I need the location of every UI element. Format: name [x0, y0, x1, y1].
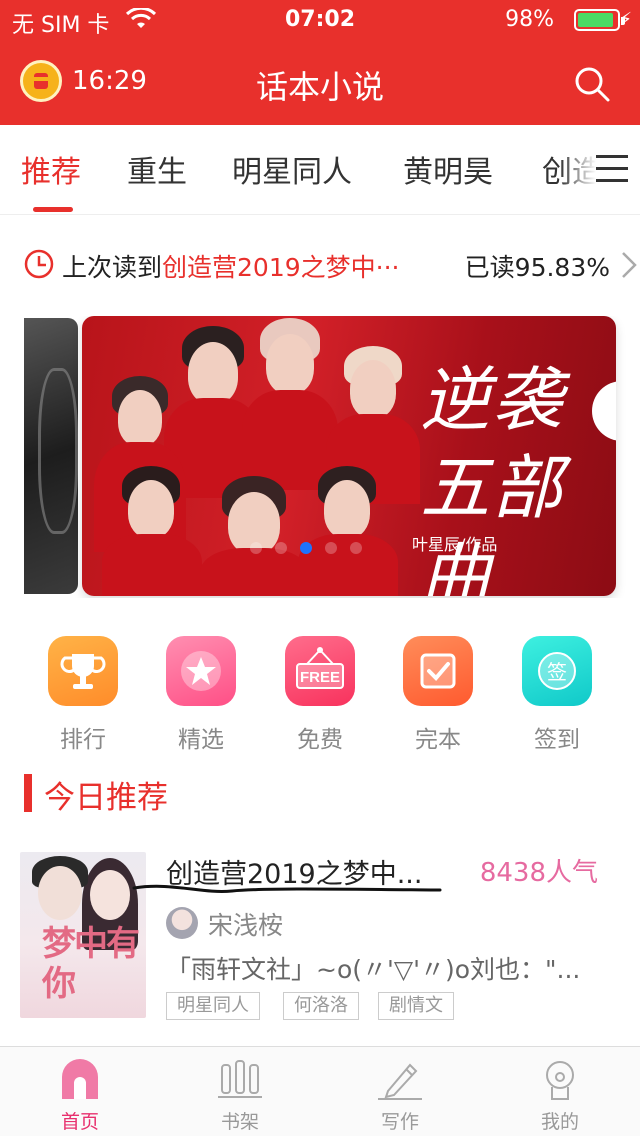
- app-title: 话本小说: [255, 68, 384, 106]
- section-title: 今日推荐: [44, 780, 168, 816]
- book-popularity: 8438人气: [479, 858, 598, 888]
- home-icon: [58, 1057, 102, 1101]
- battery-icon: [574, 9, 625, 31]
- carousel-dot[interactable]: [275, 542, 287, 554]
- entry-completed-label: 完本: [415, 727, 461, 753]
- pen-icon: [378, 1057, 422, 1101]
- last-read-text: 上次读到创造营2019之梦中···: [62, 248, 399, 284]
- status-bar: 无 SIM 卡 07:02 98% ⚡: [0, 0, 640, 40]
- banner-title: 逆袭 五部曲: [420, 359, 564, 596]
- entry-ranking-label: 排行: [60, 727, 106, 753]
- entry-completed[interactable]: 完本: [383, 636, 493, 754]
- tabbar-bookshelf-label: 书架: [220, 1111, 259, 1133]
- tab-celebrity-fanfic[interactable]: 明星同人: [232, 147, 352, 191]
- handwritten-underline: [132, 884, 442, 893]
- category-tabs: 推荐 重生 明星同人 黄明昊 创造: [0, 125, 640, 215]
- section-marker: [24, 774, 32, 812]
- header-bar: 无 SIM 卡 07:02 98% ⚡ 16:29 话本小说: [0, 0, 640, 125]
- author-avatar[interactable]: [166, 907, 198, 939]
- last-read-book[interactable]: 创造营2019之梦中···: [162, 253, 399, 282]
- tabbar-profile-label: 我的: [540, 1111, 579, 1133]
- entry-sign-in-label: 签到: [534, 727, 580, 753]
- checkbox-icon: [403, 636, 473, 706]
- star-icon: [166, 636, 236, 706]
- last-read-prefix: 上次读到: [62, 253, 163, 282]
- battery-fill: [578, 13, 613, 27]
- tabbar-bookshelf[interactable]: 书架: [190, 1057, 290, 1134]
- carousel-dot[interactable]: [325, 542, 337, 554]
- sign-in-icon: 签: [522, 636, 592, 706]
- book-description: 「雨轩文社」~o(〃'▽'〃)o刘也："...: [166, 955, 581, 984]
- active-tab-indicator: [33, 207, 73, 212]
- tab-recommend[interactable]: 推荐: [21, 147, 81, 191]
- tab-huang-minghao[interactable]: 黄明昊: [403, 147, 493, 191]
- menu-icon[interactable]: [596, 155, 628, 183]
- chevron-right-icon[interactable]: [620, 250, 638, 280]
- carousel-dot-active[interactable]: [300, 542, 312, 554]
- author-name[interactable]: 宋浅桉: [208, 906, 283, 942]
- carousel-dot[interactable]: [350, 542, 362, 554]
- entry-free[interactable]: FREE 免费: [265, 636, 375, 754]
- bottom-tab-bar: 首页 书架 写作 我的: [0, 1046, 640, 1136]
- battery-percent: 98%: [505, 7, 554, 32]
- tabbar-write[interactable]: 写作: [350, 1057, 450, 1134]
- carousel-dots: [0, 542, 640, 558]
- profile-icon: [538, 1057, 582, 1101]
- svg-text:签: 签: [547, 660, 567, 684]
- book-tag[interactable]: 明星同人: [166, 992, 260, 1020]
- cover-title: 梦中有你: [42, 924, 140, 1004]
- entry-featured[interactable]: 精选: [146, 636, 256, 754]
- tabbar-write-label: 写作: [380, 1111, 419, 1133]
- entry-free-label: 免费: [297, 727, 343, 753]
- tabbar-profile[interactable]: 我的: [510, 1057, 610, 1134]
- tabbar-home[interactable]: 首页: [30, 1057, 130, 1134]
- tab-rebirth[interactable]: 重生: [127, 147, 187, 191]
- charging-icon: ⚡: [619, 9, 632, 30]
- free-tag-icon: FREE: [285, 636, 355, 706]
- carousel-dot[interactable]: [250, 542, 262, 554]
- banner-carousel[interactable]: 逆袭 五部曲 叶星辰/作品: [0, 316, 640, 598]
- navigation-bar: 16:29 话本小说: [0, 40, 640, 125]
- book-tag[interactable]: 何洛洛: [283, 992, 359, 1020]
- entry-featured-label: 精选: [178, 727, 224, 753]
- history-clock-icon: [24, 249, 54, 279]
- entry-ranking[interactable]: 排行: [28, 636, 138, 754]
- book-tag[interactable]: 剧情文: [378, 992, 454, 1020]
- entry-sign-in[interactable]: 签 签到: [502, 636, 612, 754]
- book-cover[interactable]: 梦中有你: [20, 852, 146, 1018]
- bookshelf-icon: [218, 1057, 262, 1101]
- last-read-bar[interactable]: 上次读到创造营2019之梦中··· 已读95.83%: [0, 230, 640, 300]
- trophy-icon: [48, 636, 118, 706]
- tabbar-home-label: 首页: [60, 1111, 99, 1133]
- search-icon[interactable]: [572, 64, 612, 104]
- read-progress: 已读95.83%: [464, 253, 610, 282]
- svg-text:FREE: FREE: [300, 669, 340, 686]
